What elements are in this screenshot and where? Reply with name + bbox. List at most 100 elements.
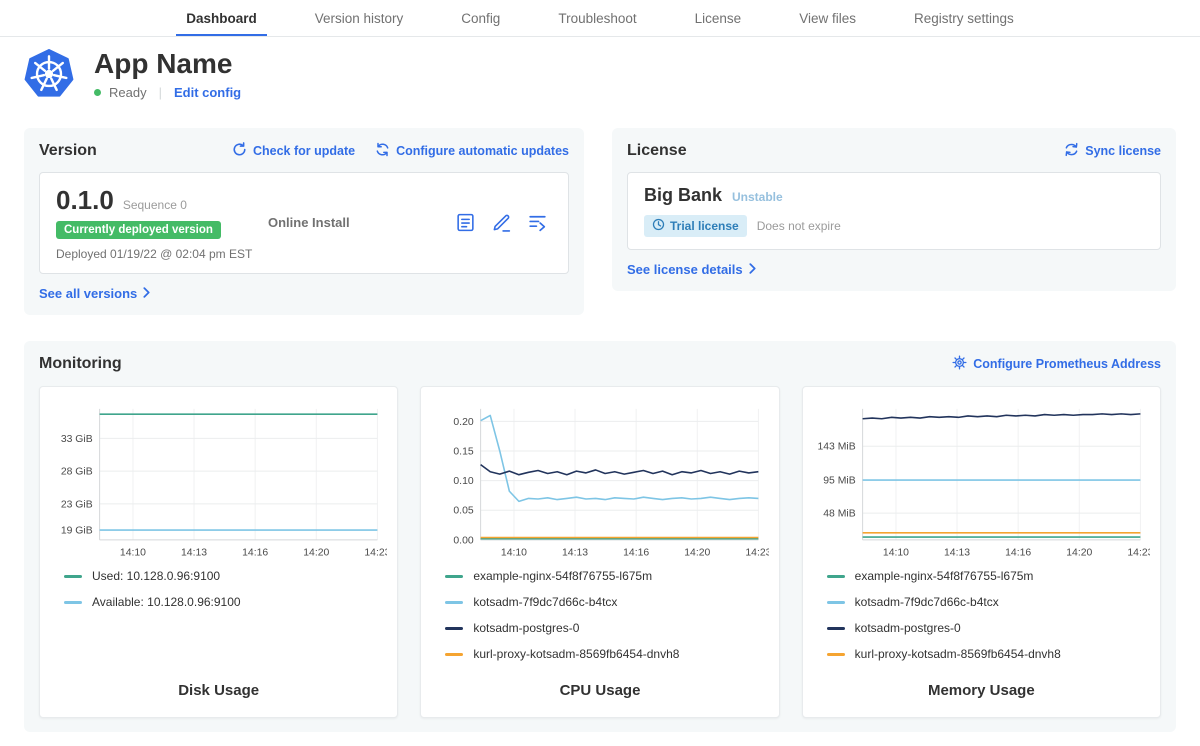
- chevron-right-icon: [143, 286, 150, 301]
- svg-text:19 GiB: 19 GiB: [61, 525, 93, 536]
- svg-text:14:23: 14:23: [1127, 548, 1150, 559]
- legend-swatch: [445, 653, 463, 656]
- legend-swatch: [827, 653, 845, 656]
- svg-text:14:20: 14:20: [1066, 548, 1092, 559]
- svg-text:14:16: 14:16: [1005, 548, 1031, 559]
- clock-icon: [652, 218, 665, 234]
- status-dot: [94, 89, 101, 96]
- sync-icon: [1064, 142, 1079, 160]
- legend-label: example-nginx-54f8f76755-l675m: [473, 569, 652, 583]
- tab-dashboard[interactable]: Dashboard: [184, 0, 259, 36]
- svg-text:143 MiB: 143 MiB: [817, 441, 855, 452]
- cpu-usage-legend: example-nginx-54f8f76755-l675m kotsadm-7f…: [445, 569, 768, 661]
- legend-label: example-nginx-54f8f76755-l675m: [855, 569, 1034, 583]
- gear-icon: [952, 355, 967, 373]
- configure-prometheus-button[interactable]: Configure Prometheus Address: [952, 355, 1161, 373]
- chevron-right-icon: [749, 262, 756, 277]
- svg-text:0.10: 0.10: [454, 476, 474, 487]
- version-title: Version: [39, 142, 97, 160]
- disk-usage-legend: Used: 10.128.0.96:9100Available: 10.128.…: [64, 569, 387, 609]
- memory-usage-legend: example-nginx-54f8f76755-l675m kotsadm-7f…: [827, 569, 1150, 661]
- svg-text:14:13: 14:13: [181, 548, 207, 559]
- legend-swatch: [827, 575, 845, 578]
- license-name: Big Bank: [644, 185, 722, 206]
- legend-item: kotsadm-postgres-0: [827, 621, 1150, 635]
- legend-item: kurl-proxy-kotsadm-8569fb6454-dnvh8: [445, 647, 768, 661]
- license-title: License: [627, 142, 687, 160]
- version-sequence: Sequence 0: [123, 198, 187, 212]
- svg-text:0.15: 0.15: [454, 446, 474, 457]
- tab-troubleshoot[interactable]: Troubleshoot: [556, 0, 638, 36]
- cards-row: Version Check for update Configure autom…: [0, 128, 1200, 315]
- license-panel: License Sync license Big Bank Unstable T…: [612, 128, 1176, 291]
- svg-text:14:20: 14:20: [685, 548, 711, 559]
- svg-text:14:10: 14:10: [120, 548, 146, 559]
- see-license-details-link[interactable]: See license details: [627, 262, 1161, 277]
- charts-row: 14:1014:1314:1614:2014:2333 GiB28 GiB23 …: [39, 386, 1161, 718]
- license-channel-badge: Unstable: [732, 190, 783, 204]
- legend-label: kotsadm-postgres-0: [855, 621, 961, 635]
- legend-swatch: [827, 627, 845, 630]
- svg-text:48 MiB: 48 MiB: [823, 508, 855, 519]
- release-notes-icon[interactable]: [455, 212, 476, 233]
- view-logs-icon[interactable]: [527, 212, 548, 233]
- legend-item: kurl-proxy-kotsadm-8569fb6454-dnvh8: [827, 647, 1150, 661]
- tab-license[interactable]: License: [693, 0, 744, 36]
- cpu-usage-chart: 14:1014:1314:1614:2014:230.200.150.100.0…: [431, 399, 768, 566]
- edit-config-link[interactable]: Edit config: [174, 85, 241, 100]
- legend-label: kotsadm-postgres-0: [473, 621, 579, 635]
- legend-label: Available: 10.128.0.96:9100: [92, 595, 241, 609]
- version-number: 0.1.0: [56, 185, 114, 216]
- install-type-label: Online Install: [268, 215, 455, 230]
- cpu-usage-chart-title: CPU Usage: [431, 672, 768, 707]
- legend-label: kotsadm-7f9dc7d66c-b4tcx: [855, 595, 999, 609]
- see-all-versions-link[interactable]: See all versions: [39, 286, 569, 301]
- refresh-icon: [232, 142, 247, 160]
- svg-text:14:13: 14:13: [944, 548, 970, 559]
- divider: |: [159, 85, 162, 100]
- svg-text:14:10: 14:10: [501, 548, 527, 559]
- legend-label: kotsadm-7f9dc7d66c-b4tcx: [473, 595, 617, 609]
- legend-item: example-nginx-54f8f76755-l675m: [445, 569, 768, 583]
- deployed-badge: Currently deployed version: [56, 221, 221, 239]
- disk-usage-chart-card: 14:1014:1314:1614:2014:2333 GiB28 GiB23 …: [39, 386, 398, 718]
- legend-label: kurl-proxy-kotsadm-8569fb6454-dnvh8: [855, 647, 1061, 661]
- license-expiry: Does not expire: [757, 219, 841, 233]
- cpu-usage-chart-card: 14:1014:1314:1614:2014:230.200.150.100.0…: [420, 386, 779, 718]
- kubernetes-logo-icon: [24, 49, 74, 99]
- memory-usage-chart-title: Memory Usage: [813, 672, 1150, 707]
- svg-text:95 MiB: 95 MiB: [823, 475, 855, 486]
- edit-version-icon[interactable]: [491, 212, 512, 233]
- legend-swatch: [64, 601, 82, 604]
- svg-text:14:10: 14:10: [883, 548, 909, 559]
- check-for-update-button[interactable]: Check for update: [232, 142, 355, 160]
- legend-swatch: [445, 627, 463, 630]
- svg-text:0.05: 0.05: [454, 505, 474, 516]
- legend-item: example-nginx-54f8f76755-l675m: [827, 569, 1150, 583]
- sync-license-button[interactable]: Sync license: [1064, 142, 1161, 160]
- legend-swatch: [445, 601, 463, 604]
- top-nav: Dashboard Version history Config Trouble…: [0, 0, 1200, 37]
- status-text: Ready: [109, 85, 147, 100]
- svg-text:14:13: 14:13: [562, 548, 588, 559]
- page-title: App Name: [94, 49, 241, 80]
- svg-text:23 GiB: 23 GiB: [61, 499, 93, 510]
- disk-usage-chart-title: Disk Usage: [50, 672, 387, 707]
- legend-item: Available: 10.128.0.96:9100: [64, 595, 387, 609]
- legend-label: kurl-proxy-kotsadm-8569fb6454-dnvh8: [473, 647, 679, 661]
- configure-automatic-updates-button[interactable]: Configure automatic updates: [375, 142, 569, 160]
- svg-text:14:20: 14:20: [303, 548, 329, 559]
- tab-version-history[interactable]: Version history: [313, 0, 406, 36]
- license-card: Big Bank Unstable Trial license Does not…: [627, 172, 1161, 250]
- tab-config[interactable]: Config: [459, 0, 502, 36]
- legend-item: kotsadm-7f9dc7d66c-b4tcx: [827, 595, 1150, 609]
- svg-text:0.00: 0.00: [454, 535, 474, 546]
- svg-text:14:16: 14:16: [242, 548, 268, 559]
- legend-item: kotsadm-postgres-0: [445, 621, 768, 635]
- tab-view-files[interactable]: View files: [797, 0, 858, 36]
- tab-registry-settings[interactable]: Registry settings: [912, 0, 1016, 36]
- svg-text:14:23: 14:23: [364, 548, 387, 559]
- deployed-timestamp: Deployed 01/19/22 @ 02:04 pm EST: [56, 247, 268, 261]
- svg-text:28 GiB: 28 GiB: [61, 466, 93, 477]
- monitoring-title: Monitoring: [39, 355, 122, 373]
